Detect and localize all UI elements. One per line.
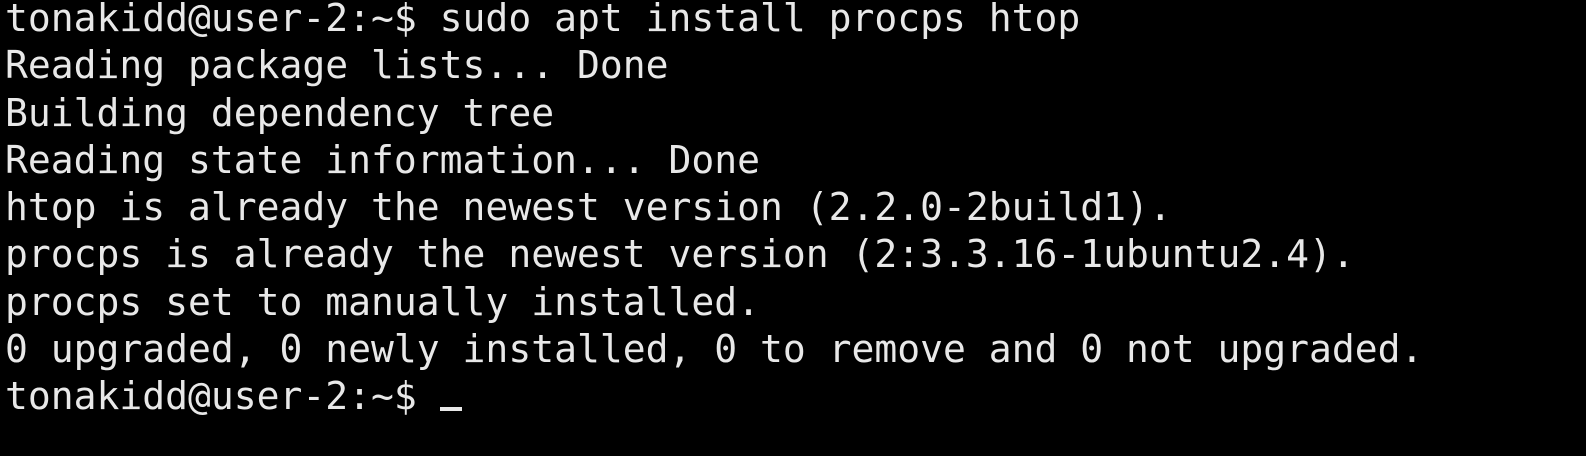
terminal-prompt-line[interactable]: tonakidd@user-2:~$: [5, 373, 1586, 420]
terminal-window[interactable]: tonakidd@user-2:~$ sudo apt install proc…: [0, 0, 1586, 451]
terminal-line-output: procps set to manually installed.: [5, 279, 760, 324]
text-cursor: [439, 407, 462, 412]
terminal-line-output: Reading state information... Done: [5, 137, 760, 182]
shell-prompt: tonakidd@user-2:~$: [5, 374, 440, 419]
terminal-line-command: tonakidd@user-2:~$ sudo apt install proc…: [5, 0, 1081, 40]
terminal-line-output: Building dependency tree: [5, 90, 555, 135]
terminal-line-output: Reading package lists... Done: [5, 43, 669, 88]
terminal-line-output: procps is already the newest version (2:…: [5, 232, 1355, 277]
terminal-line-output: htop is already the newest version (2.2.…: [5, 185, 1172, 230]
terminal-line-output: 0 upgraded, 0 newly installed, 0 to remo…: [5, 327, 1424, 372]
